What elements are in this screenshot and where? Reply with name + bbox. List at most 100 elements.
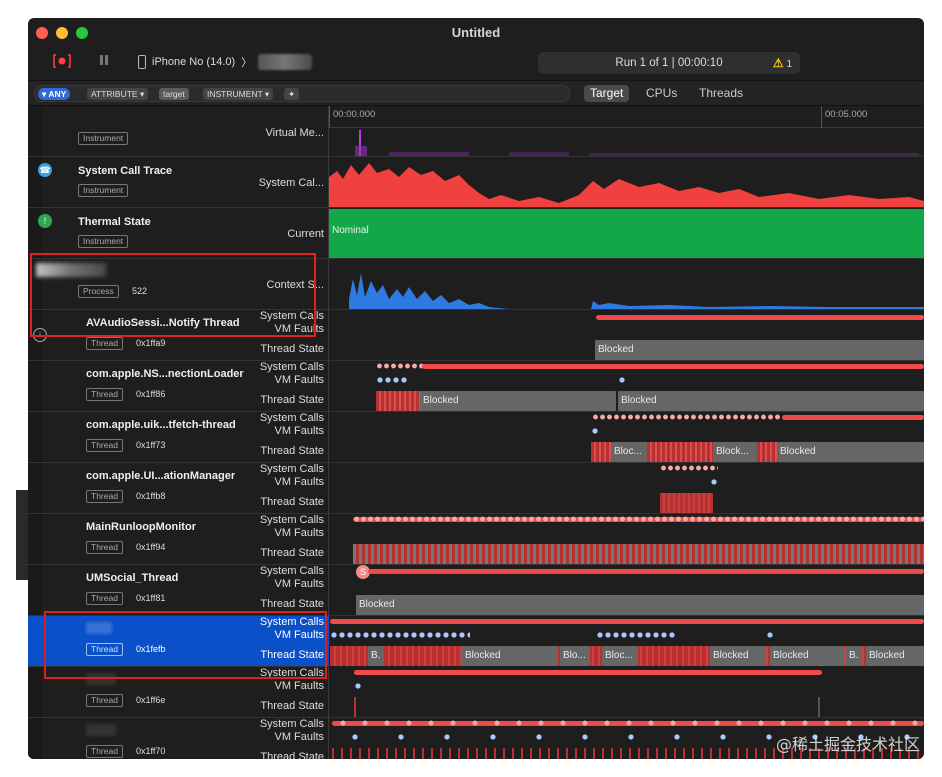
system-call-graph (329, 163, 924, 207)
title-bar: Untitled (28, 18, 924, 48)
vm-faults-label: VM Faults (274, 680, 324, 692)
thread-tag: Thread (86, 439, 123, 452)
tab-target[interactable]: Target (584, 85, 630, 102)
vm-fault-dot (618, 377, 626, 383)
thread-id: 0x1ff70 (136, 746, 166, 756)
instrument-tag: Instrument (78, 184, 129, 197)
blocked-state: Blocked (420, 391, 616, 411)
thread-id: 0x1ffa9 (136, 338, 166, 348)
syscall-bar (354, 670, 822, 675)
highlight-box-process (30, 253, 316, 337)
syscall-dots (660, 465, 718, 471)
state-mark (818, 697, 820, 717)
vm-faults-label: VM Faults (274, 374, 324, 386)
thread-row[interactable]: com.apple.UI...ationManager Thread 0x1ff… (28, 463, 924, 514)
track-system-call-trace[interactable]: ☎ System Call Trace Instrument System Ca… (28, 157, 924, 208)
warning-indicator[interactable]: ⚠ 1 (773, 52, 792, 76)
ruler-tick-5: 00:05.000 (821, 106, 867, 128)
warning-icon: ⚠ (772, 56, 784, 70)
pause-button[interactable] (98, 53, 114, 71)
running-blocked-mix (353, 544, 924, 564)
run-text: Run 1 of 1 | 00:00:10 (615, 57, 723, 69)
system-calls-label: System Calls (259, 565, 324, 577)
track-label: Current (287, 228, 324, 240)
tab-cpus[interactable]: CPUs (640, 85, 683, 102)
thread-tag: Thread (86, 694, 123, 707)
run-status[interactable]: Run 1 of 1 | 00:00:10 ⚠ 1 (538, 52, 800, 74)
blocked-state: Blocked (866, 646, 924, 666)
any-token[interactable]: ▾ ANY (38, 88, 71, 100)
thread-id: 0x1ff81 (136, 593, 166, 603)
phone-call-icon: ☎ (38, 163, 52, 177)
blocked-state: Blocked (356, 595, 924, 615)
record-button[interactable] (52, 53, 72, 71)
system-calls-label: System Calls (259, 514, 324, 526)
system-calls-label: System Calls (259, 361, 324, 373)
syscall-dots (332, 720, 924, 726)
filter-field[interactable]: ▾ ANY ATTRIBUTE ▾ target INSTRUMENT ▾ ✦ (34, 85, 570, 102)
syscall-bar (368, 569, 924, 574)
blocked-state: B. (368, 646, 384, 666)
track-label: Virtual Me... (265, 127, 325, 139)
window-title: Untitled (451, 25, 501, 40)
thread-id: 0x1ff6e (136, 695, 166, 705)
thread-tag: Thread (86, 745, 123, 758)
thread-name: com.apple.UI...ationManager (86, 470, 236, 482)
running-block (591, 442, 611, 462)
vm-fault-dot (710, 479, 718, 485)
instruments-window: Untitled iPhone No (14.0) 〉 Run 1 of 1 |… (28, 18, 924, 759)
device-selector[interactable]: iPhone No (14.0) 〉 (138, 54, 313, 70)
syscall-bar (330, 619, 924, 624)
thread-row[interactable]: UMSocial_Thread Thread 0x1ff81 System Ca… (28, 565, 924, 616)
vm-faults-label: VM Faults (274, 578, 324, 590)
add-filter-icon[interactable]: ✦ (284, 88, 300, 100)
vm-fault-dot (354, 683, 362, 689)
vm-fault-dots (376, 377, 408, 383)
blocked-state: Blocked (462, 646, 558, 666)
blocked-state: B. (846, 646, 862, 666)
thread-state-label: Thread State (260, 394, 324, 406)
track-thermal-state[interactable]: ! Thermal State Instrument Current Nomin… (28, 208, 924, 259)
blocked-state: Bloc... (602, 646, 638, 666)
attribute-token[interactable]: ATTRIBUTE ▾ (87, 88, 149, 100)
thread-tag: Thread (86, 592, 123, 605)
thread-tag: Thread (86, 541, 123, 554)
track-virtual-memory[interactable]: Instrument Virtual Me... (28, 127, 924, 157)
device-name: iPhone No (14.0) (152, 56, 236, 68)
system-calls-label: System Calls (259, 718, 324, 730)
syscall-dots (592, 414, 782, 420)
syscall-dots (376, 363, 424, 369)
vm-faults-label: VM Faults (274, 425, 324, 437)
thread-id: 0x1ff94 (136, 542, 166, 552)
blocked-state: Blo... (560, 646, 590, 666)
target-token[interactable]: target (159, 88, 189, 100)
track-label: System Cal... (258, 177, 324, 189)
thread-row[interactable]: com.apple.uik...tfetch-thread Thread 0x1… (28, 412, 924, 463)
tab-threads[interactable]: Threads (693, 85, 749, 102)
filter-bar: ▾ ANY ATTRIBUTE ▾ target INSTRUMENT ▾ ✦ … (28, 80, 924, 106)
context-switch-graph (349, 273, 924, 309)
thread-name: UMSocial_Thread (86, 572, 179, 584)
highlight-box-thread (44, 611, 327, 679)
thread-id: 0x1ffb8 (136, 491, 166, 501)
instrument-token[interactable]: INSTRUMENT ▾ (203, 88, 274, 100)
vm-faults-label: VM Faults (274, 527, 324, 539)
running-block (647, 442, 713, 462)
thread-id: 0x1ff73 (136, 440, 166, 450)
instrument-tag: Instrument (78, 235, 129, 248)
vm-fault-dots (330, 632, 470, 638)
watermark: @稀土掘金技术社区 (775, 735, 920, 754)
vm-faults-label: VM Faults (274, 476, 324, 488)
thread-row[interactable]: com.apple.NS...nectionLoader Thread 0x1f… (28, 361, 924, 412)
thermometer-icon: ! (38, 214, 52, 228)
thermal-state-value: Nominal (332, 225, 369, 236)
pause-icon (100, 55, 108, 65)
thread-row[interactable]: MainRunloopMonitor Thread 0x1ff94 System… (28, 514, 924, 565)
time-ruler[interactable]: 00:00.000 00:05.000 (329, 106, 924, 128)
blocked-state: Blocked (777, 442, 924, 462)
syscall-dots (353, 516, 924, 522)
thread-tag: Thread (86, 337, 123, 350)
syscall-bar (782, 415, 924, 420)
iphone-icon (138, 55, 146, 69)
thread-state-label: Thread State (260, 445, 324, 457)
